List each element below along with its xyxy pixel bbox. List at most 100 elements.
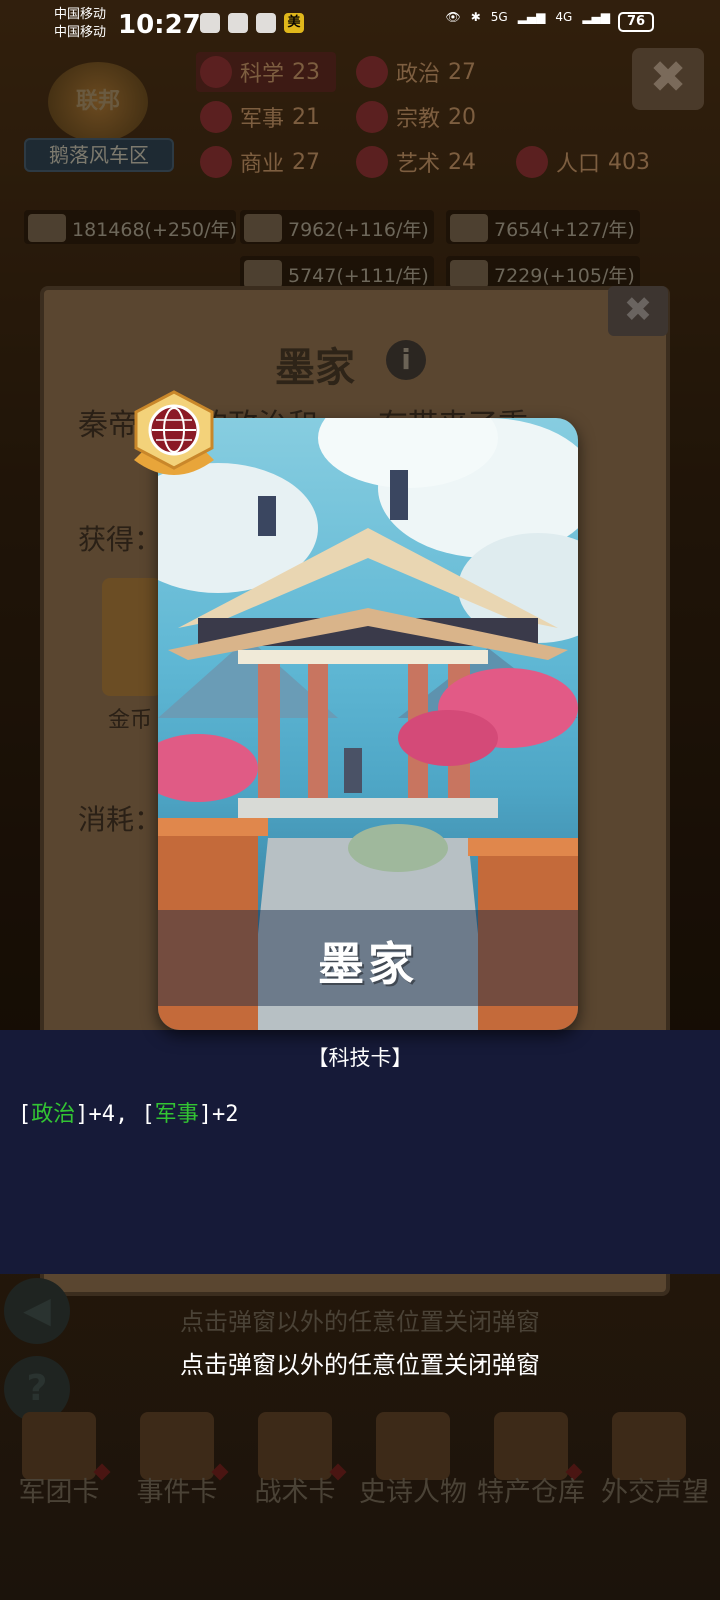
religion-icon [356, 101, 388, 133]
stat-value: 23 [292, 59, 321, 85]
nav-legion-cards[interactable]: 军团卡 [0, 1400, 118, 1560]
resource-stone: 5747(+111/年) [244, 260, 429, 288]
science-icon [200, 56, 232, 88]
wechat-icon [228, 13, 248, 33]
resource-value: 7654(+127/年) [494, 218, 635, 241]
info-icon[interactable]: i [386, 340, 426, 380]
stat-value: 24 [448, 149, 477, 175]
nav-label: 史诗人物 [359, 1477, 467, 1508]
stat-politics: 政治 27 [356, 56, 476, 88]
population-icon [516, 146, 548, 178]
stat-value: 403 [608, 149, 651, 175]
stat-science: 科学 23 [200, 56, 320, 88]
network-5g: 5G [490, 10, 508, 24]
nav-event-cards[interactable]: 事件卡 [118, 1400, 236, 1560]
stat-label: 政治 [396, 62, 441, 87]
stat-value: 20 [448, 104, 477, 130]
stat-commerce: 商业 27 [200, 146, 320, 178]
resource-wood: 7962(+116/年) [244, 214, 429, 242]
effect-value-1: ]+4, [ [75, 1102, 155, 1127]
card-effects: [政治]+4, [军事]+2 [18, 1096, 239, 1128]
military-icon [200, 101, 232, 133]
nav-label: 战术卡 [254, 1477, 336, 1508]
stat-label: 科学 [240, 62, 285, 87]
nav-label: 事件卡 [136, 1477, 218, 1508]
battery-indicator: 76 [618, 12, 654, 32]
chest-icon [494, 1412, 568, 1480]
region-name: 鹅落风车区 [24, 138, 174, 172]
stat-label: 商业 [240, 152, 285, 177]
resource-value: 181468(+250/年) [72, 218, 237, 241]
close-hint: 点击弹窗以外的任意位置关闭弹窗 [180, 1351, 540, 1379]
meituan-icon: 美 [284, 13, 304, 33]
nav-label: 军团卡 [18, 1477, 100, 1508]
carrier-1: 中国移动 [54, 7, 107, 22]
signal-icon: ▂▄▆ [517, 10, 546, 24]
nav-tactic-cards[interactable]: 战术卡 [236, 1400, 354, 1560]
stat-label: 人口 [556, 152, 601, 177]
stat-label: 军事 [240, 107, 285, 132]
panel-close-button[interactable]: ✖ [608, 286, 668, 336]
effect-value-2: ]+2 [198, 1102, 239, 1127]
stat-religion: 宗教 20 [356, 101, 476, 133]
carrier-2: 中国移动 [54, 25, 107, 40]
scroll-icon [140, 1412, 214, 1480]
panel-title: 墨家 [275, 345, 355, 391]
eye-icon: 👁 [445, 10, 461, 24]
stat-label: 艺术 [396, 152, 441, 177]
effect-stat-military: 军事 [154, 1102, 199, 1127]
reward-item [102, 578, 162, 696]
commerce-icon [200, 146, 232, 178]
link-icon [200, 13, 220, 33]
nav-epic-heroes[interactable]: 史诗人物 [354, 1400, 472, 1560]
art-icon [356, 146, 388, 178]
food-icon [450, 260, 488, 288]
stat-value: 27 [292, 149, 321, 175]
tech-card[interactable]: 墨家 [158, 418, 578, 1030]
status-bar: 中国移动 中国移动 10:27 美 👁 ✱ 5G ▂▄▆ 4G ▂▄▆ 76 [0, 0, 720, 50]
stat-label: 宗教 [396, 107, 441, 132]
system-icons: 👁 ✱ 5G ▂▄▆ 4G ▂▄▆ [445, 10, 610, 24]
effect-bracket: [ [18, 1102, 32, 1127]
reward-coin-label: 金币 [108, 708, 153, 733]
stone-icon [244, 260, 282, 288]
tech-category-badge [124, 390, 224, 482]
stat-value: 27 [448, 59, 477, 85]
faction-emblem: 联邦 [48, 62, 148, 142]
close-hint-shadow: 点击弹窗以外的任意位置关闭弹窗 [180, 1308, 540, 1336]
bottom-nav: 军团卡 事件卡 战术卡 史诗人物 特产仓库 外交声望 [0, 1400, 720, 1570]
cost-label: 消耗： [78, 803, 163, 836]
envelope-icon [612, 1412, 686, 1480]
nav-diplomacy[interactable]: 外交声望 [590, 1400, 720, 1560]
stat-military: 军事 21 [200, 101, 320, 133]
card-name: 墨家 [318, 937, 418, 991]
resource-gold: 181468(+250/年) [28, 214, 237, 242]
notification-icons: 美 [200, 13, 304, 33]
resource-iron: 7654(+127/年) [450, 214, 635, 242]
compass-icon [258, 1412, 332, 1480]
gold-icon [28, 214, 66, 242]
nav-specialty-warehouse[interactable]: 特产仓库 [472, 1400, 590, 1560]
stat-art: 艺术 24 [356, 146, 476, 178]
gift-icon [256, 13, 276, 33]
carrier-info: 中国移动 中国移动 [54, 6, 106, 42]
network-4g: 4G [555, 10, 573, 24]
wood-icon [244, 214, 282, 242]
resource-value: 7229(+105/年) [494, 264, 635, 287]
signal-icon-2: ▂▄▆ [582, 10, 610, 24]
bluetooth-icon: ✱ [470, 10, 481, 24]
clock: 10:27 [118, 10, 201, 40]
resource-value: 7962(+116/年) [288, 218, 429, 241]
stat-population: 人口 403 [516, 146, 650, 178]
nav-label: 特产仓库 [477, 1477, 585, 1508]
politics-icon [356, 56, 388, 88]
main-close-button[interactable]: ✖ [632, 48, 704, 110]
gain-label: 获得： [78, 523, 163, 556]
helmet-icon [22, 1412, 96, 1480]
effect-stat-politics: 政治 [31, 1102, 76, 1127]
resource-value: 5747(+111/年) [288, 264, 429, 287]
nav-label: 外交声望 [601, 1477, 709, 1508]
globe-icon [134, 390, 214, 475]
iron-icon [450, 214, 488, 242]
card-type-label: 【科技卡】 [307, 1046, 413, 1070]
